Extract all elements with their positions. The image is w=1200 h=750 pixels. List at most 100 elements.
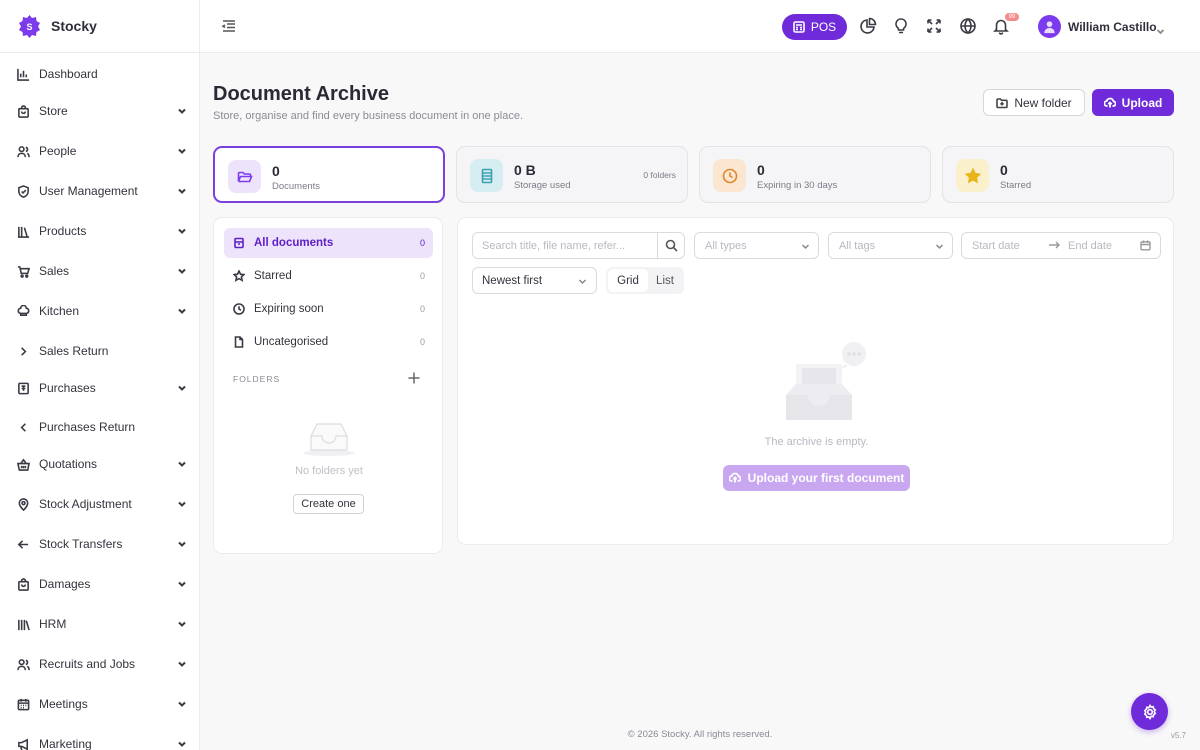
settings-button[interactable] [1131,693,1168,730]
sidebar-item-label: Sales Return [39,344,109,358]
filter-count: 0 [419,337,425,347]
filter-count: 0 [419,238,425,248]
arrow-left-icon [16,537,30,551]
filter-all-documents[interactable]: All documents 0 [224,228,433,258]
sidebar-item-label: Damages [39,577,91,591]
chevron-left-icon [16,420,30,434]
sidebar-item-hrm[interactable]: HRM [0,609,199,639]
sidebar-item-purchases[interactable]: Purchases [0,373,199,403]
filters-panel: All documents 0 Starred 0 Expiring soon … [213,217,443,554]
type-select[interactable]: All types [694,232,819,259]
sidebar-item-kitchen[interactable]: Kitchen [0,296,199,326]
lightbulb-icon[interactable] [892,17,910,35]
user-name[interactable]: William Castillo [1068,20,1157,34]
sidebar-item-marketing[interactable]: Marketing [0,729,199,750]
sidebar-item-label: Purchases Return [39,420,136,434]
date-range-picker[interactable]: Start date End date [961,232,1161,259]
plus-icon[interactable] [407,371,421,385]
stat-label: Expiring in 30 days [757,180,838,191]
type-select-placeholder: All types [705,239,747,252]
view-list-button[interactable]: List [648,269,682,292]
create-folder-button[interactable]: Create one [293,494,364,514]
globe-icon[interactable] [959,17,977,35]
shield-icon [16,184,30,198]
filter-uncategorised[interactable]: Uncategorised 0 [224,327,433,357]
chevron-down-icon [177,106,187,116]
search-input[interactable] [473,233,659,258]
filter-expiring-soon[interactable]: Expiring soon 0 [224,294,433,324]
stat-card-starred[interactable]: 0 Starred [942,146,1174,203]
sidebar-item-label: Kitchen [39,304,80,318]
chevron-down-icon [578,277,587,286]
sidebar-item-stock-transfers[interactable]: Stock Transfers [0,529,199,559]
start-date-input[interactable]: Start date [972,240,1020,252]
sidebar-item-products[interactable]: Products [0,216,199,246]
sidebar-item-people[interactable]: People [0,136,199,166]
avatar[interactable] [1038,15,1061,38]
sidebar-item-label: Store [39,104,68,118]
sidebar-item-label: Marketing [39,737,92,750]
search-icon[interactable] [657,233,684,258]
sidebar-item-sales[interactable]: Sales [0,256,199,286]
stat-card-storage[interactable]: 0 B Storage used 0 folders [456,146,688,203]
chevron-right-icon [16,344,30,358]
books-icon [16,224,30,238]
chevron-down-icon [177,699,187,709]
sidebar-item-meetings[interactable]: Meetings [0,689,199,719]
upload-button[interactable]: Upload [1092,89,1174,116]
no-folders-text: No folders yet [295,465,363,477]
upload-first-document-button[interactable]: Upload your first document [723,465,910,491]
stat-card-expiring[interactable]: 0 Expiring in 30 days [699,146,931,203]
filter-label: Starred [254,270,292,282]
pie-chart-icon[interactable] [859,17,877,35]
filter-label: All documents [254,237,334,249]
folder-plus-icon [996,97,1009,108]
sidebar-item-label: People [39,144,77,158]
tag-select[interactable]: All tags [828,232,953,259]
bar-chart-icon [16,67,30,81]
page-subtitle: Store, organise and find every business … [213,110,524,122]
empty-archive-icon [780,340,870,425]
new-folder-button[interactable]: New folder [983,89,1085,116]
sidebar-item-recruits-and-jobs[interactable]: Recruits and Jobs [0,649,199,679]
sidebar-item-dashboard[interactable]: Dashboard [0,59,199,89]
sidebar-item-user-management[interactable]: User Management [0,176,199,206]
sidebar-item-damages[interactable]: Damages [0,569,199,599]
tag-select-placeholder: All tags [839,239,876,252]
fullscreen-icon[interactable] [925,17,943,35]
sidebar-item-stock-adjustment[interactable]: Stock Adjustment [0,489,199,519]
chevron-down-icon [935,242,944,251]
chevron-down-icon [177,146,187,156]
stat-value: 0 B [514,162,536,178]
stat-folder-count: 0 folders [643,170,676,180]
pos-button[interactable]: POS [782,14,847,40]
people-icon [16,144,30,158]
menu-toggle-icon[interactable] [220,17,238,35]
sidebar-item-quotations[interactable]: Quotations [0,449,199,479]
sidebar-item-sales-return[interactable]: Sales Return [0,336,199,366]
sort-select[interactable]: Newest first [472,267,597,294]
view-grid-button[interactable]: Grid [608,269,648,292]
chevron-down-icon[interactable] [1156,23,1165,35]
store-bag-icon [16,104,30,118]
sidebar-item-label: Stock Adjustment [39,497,132,511]
chevron-down-icon [177,306,187,316]
pos-icon [793,21,805,33]
topbar: POS 99 William Castillo [200,0,1200,53]
clock-icon [233,302,246,316]
sidebar-item-label: Dashboard [39,67,98,81]
sidebar-item-purchases-return[interactable]: Purchases Return [0,412,199,442]
brand[interactable]: S Stocky [0,0,199,53]
sidebar-item-store[interactable]: Store [0,96,199,126]
stat-card-documents[interactable]: 0 Documents [213,146,445,203]
calendar-icon[interactable] [1140,240,1151,251]
clock-icon [713,159,746,192]
documents-panel: All types All tags Start date End date N… [457,217,1174,545]
filter-starred[interactable]: Starred 0 [224,261,433,291]
filter-count: 0 [419,271,425,281]
sidebar-item-label: Sales [39,264,70,278]
chevron-down-icon [177,539,187,549]
footer-copyright: © 2026 Stocky. All rights reserved. [627,729,773,740]
end-date-input[interactable]: End date [1068,240,1112,252]
library-icon [16,617,30,631]
